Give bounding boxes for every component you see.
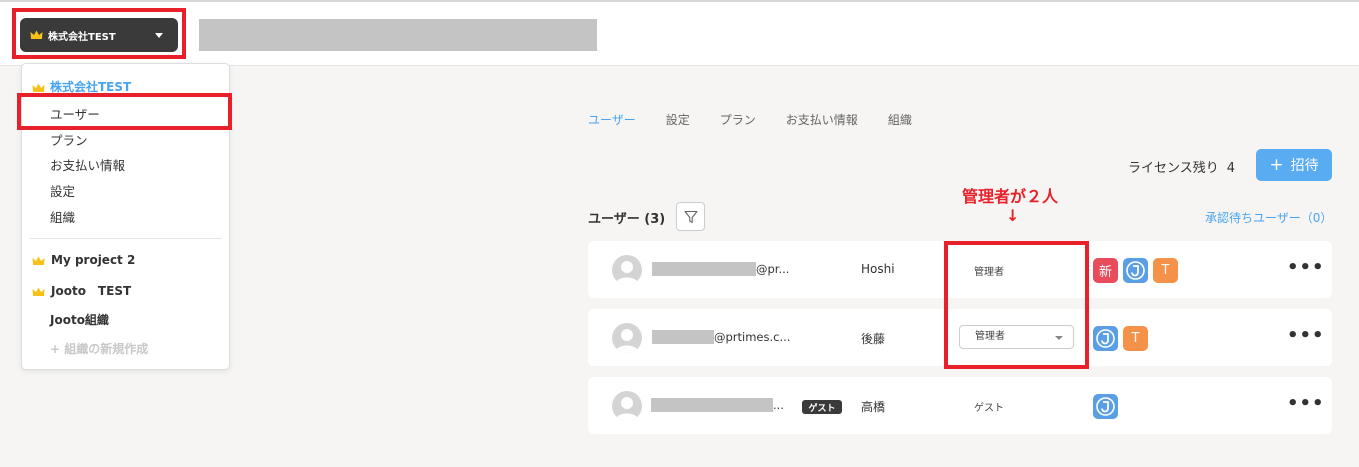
dropdown-item-settings[interactable]: 設定 bbox=[50, 181, 75, 200]
dropdown-project-jooto-test[interactable]: Jooto TEST bbox=[32, 282, 131, 299]
tab-organization[interactable]: 組織 bbox=[888, 111, 912, 128]
plus-icon: + bbox=[1269, 155, 1284, 175]
users-section-title: ユーザー (3) bbox=[588, 212, 666, 227]
dropdown-item-payment[interactable]: お支払い情報 bbox=[50, 155, 125, 174]
dropdown-divider bbox=[30, 238, 222, 239]
highlight-box-roles bbox=[944, 241, 1089, 369]
annotation-arrow: ↓ bbox=[1006, 206, 1020, 225]
dropdown-project-jooto-org[interactable]: Jooto組織 bbox=[50, 311, 109, 328]
tab-users[interactable]: ユーザー bbox=[588, 111, 636, 128]
license-label: ライセンス残り bbox=[1128, 161, 1219, 176]
redacted-email bbox=[651, 398, 773, 412]
jooto-icon bbox=[1093, 394, 1118, 419]
tab-plan[interactable]: プラン bbox=[720, 111, 756, 128]
email-suffix: ... bbox=[773, 398, 784, 412]
license-remaining: ライセンス残り 4 bbox=[1128, 157, 1235, 176]
more-options-icon[interactable]: ••• bbox=[1287, 395, 1325, 413]
dropdown-project-my-project-2[interactable]: My project 2 bbox=[32, 253, 135, 267]
table-row: ... ゲスト 高橋 ゲスト ••• bbox=[588, 377, 1332, 434]
highlight-box-users-item bbox=[17, 93, 232, 130]
redacted-email bbox=[652, 262, 756, 276]
highlight-box-org-switcher bbox=[12, 8, 186, 59]
dropdown-item-plan[interactable]: プラン bbox=[50, 130, 88, 149]
email-suffix: @prtimes.c... bbox=[714, 330, 791, 344]
email-suffix: @pr... bbox=[756, 262, 790, 276]
jooto-icon bbox=[1093, 326, 1118, 351]
jooto-icon bbox=[1123, 258, 1148, 283]
redacted-email bbox=[652, 330, 714, 344]
tab-settings[interactable]: 設定 bbox=[666, 111, 690, 128]
pending-users-link[interactable]: 承認待ちユーザー（0） bbox=[1205, 209, 1332, 226]
crown-icon bbox=[32, 82, 45, 92]
dropdown-item-organization[interactable]: 組織 bbox=[50, 207, 75, 226]
redacted-title-bar bbox=[199, 19, 597, 51]
user-name: 後藤 bbox=[861, 332, 886, 346]
filter-icon bbox=[683, 210, 698, 223]
t-badge: T bbox=[1153, 258, 1178, 283]
user-name: Hoshi bbox=[861, 262, 895, 276]
tab-payment[interactable]: お支払い情報 bbox=[786, 111, 858, 128]
guest-badge: ゲスト bbox=[802, 400, 842, 414]
crown-icon bbox=[32, 286, 45, 296]
annotation-text: 管理者が２人 bbox=[962, 187, 1059, 206]
invite-label: 招待 bbox=[1290, 158, 1319, 174]
avatar bbox=[612, 255, 642, 285]
top-header: 株式会社TEST bbox=[0, 0, 1359, 66]
project-label: My project 2 bbox=[51, 253, 136, 267]
t-badge: T bbox=[1123, 326, 1148, 351]
user-role: ゲスト bbox=[974, 403, 1004, 414]
more-options-icon[interactable]: ••• bbox=[1287, 259, 1325, 277]
filter-button[interactable] bbox=[676, 202, 705, 231]
project-label: Jooto TEST bbox=[51, 284, 132, 298]
project-label: Jooto組織 bbox=[50, 313, 109, 327]
create-new-org-link[interactable]: + 組織の新規作成 bbox=[50, 340, 148, 357]
avatar bbox=[612, 391, 642, 421]
license-count: 4 bbox=[1226, 161, 1236, 176]
crown-icon bbox=[32, 255, 45, 265]
new-badge: 新 bbox=[1093, 258, 1118, 283]
more-options-icon[interactable]: ••• bbox=[1287, 327, 1325, 345]
user-name: 高橋 bbox=[861, 400, 886, 414]
invite-button[interactable]: + 招待 bbox=[1256, 149, 1332, 181]
settings-tabs: ユーザー 設定 プラン お支払い情報 組織 bbox=[588, 111, 942, 128]
avatar bbox=[612, 323, 642, 353]
